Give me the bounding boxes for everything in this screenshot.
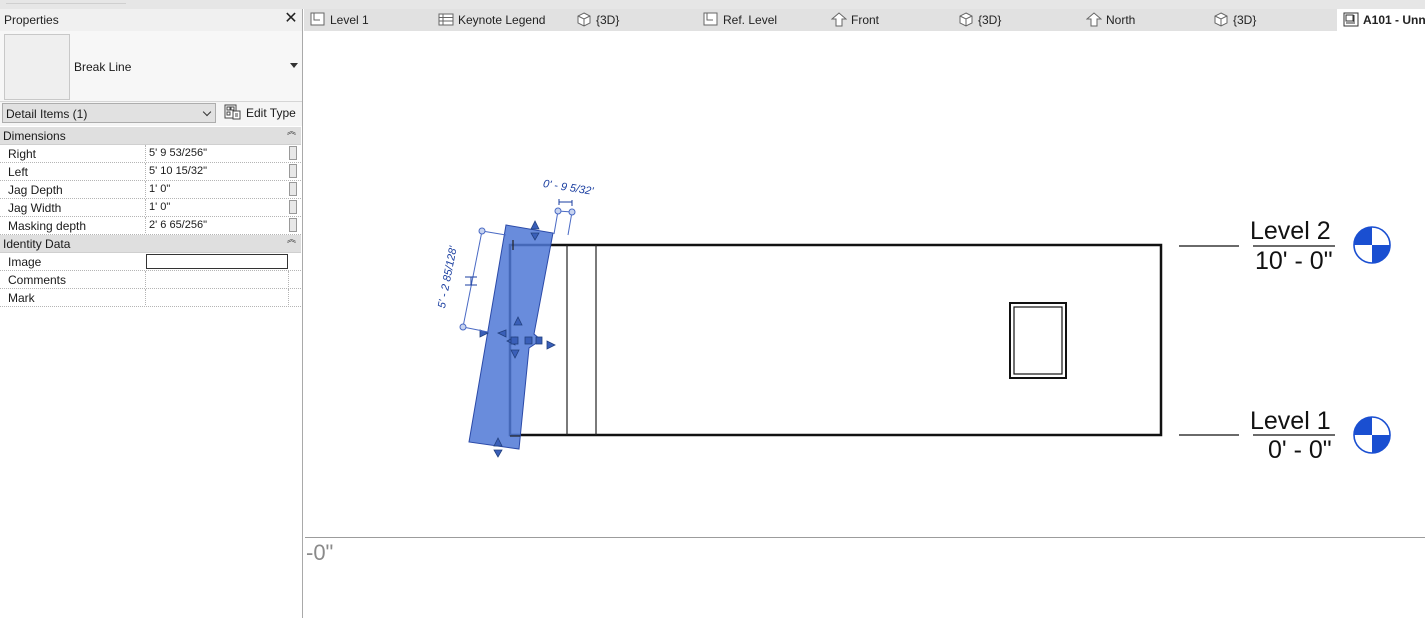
building-outline — [508, 243, 1163, 437]
level-2-elevation[interactable]: 10' - 0" — [1255, 247, 1333, 276]
level-1-head-icon — [1353, 416, 1391, 454]
window-inner — [1013, 306, 1063, 375]
clipped-level-text: -0" — [306, 540, 334, 565]
level-1-name[interactable]: Level 1 — [1250, 407, 1331, 436]
window-outer — [1009, 302, 1067, 379]
level-1-elevation[interactable]: 0' - 0" — [1268, 436, 1332, 465]
drawing-graphics — [305, 199, 1425, 538]
level-2-head-icon — [1353, 226, 1391, 264]
level-2-name[interactable]: Level 2 — [1250, 217, 1331, 246]
